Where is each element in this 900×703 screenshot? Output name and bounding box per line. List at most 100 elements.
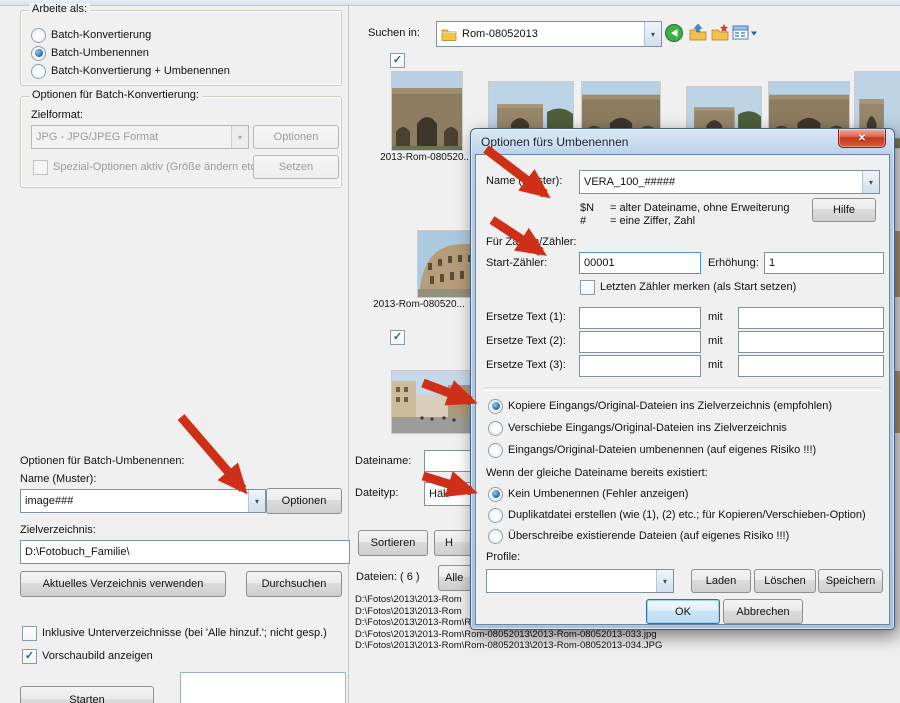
set-button[interactable]: Setzen <box>253 155 339 179</box>
radio-label: Batch-Konvertierung <box>51 29 151 41</box>
use-current-directory-button[interactable]: Aktuelles Verzeichnis verwenden <box>20 571 226 597</box>
combo-arrow-icon[interactable]: ▾ <box>231 126 248 148</box>
replace-text-2-input[interactable] <box>579 331 701 353</box>
load-profile-button[interactable]: Laden <box>691 569 751 593</box>
target-format-value: JPG - JPG/JPEG Format <box>36 131 158 143</box>
counter-section-label: Für Zahlen/Zähler: <box>486 236 576 248</box>
target-directory-value: D:\Fotobuch_Familie\ <box>25 546 130 558</box>
rename-options-button[interactable]: Optionen <box>266 488 342 514</box>
special-options-label: Spezial-Optionen aktiv (Größe ändern etc… <box>53 161 263 173</box>
combo-arrow-icon[interactable]: ▾ <box>862 171 879 193</box>
start-counter-input[interactable]: 00001 <box>579 252 701 274</box>
checkbox-icon <box>22 626 37 641</box>
batch-conversion-window: Arbeite als: Batch-Konvertierung Batch-U… <box>0 0 900 703</box>
radio-move-originals[interactable]: Verschiebe Eingangs/Original-Dateien ins… <box>488 420 787 436</box>
browse-button[interactable]: Durchsuchen <box>246 571 342 597</box>
checkbox-icon <box>580 280 595 295</box>
radio-rename-originals[interactable]: Eingangs/Original-Dateien umbenennen (au… <box>488 442 816 458</box>
replace-with-3-input[interactable] <box>738 355 884 377</box>
ok-button[interactable]: OK <box>646 599 720 624</box>
checkbox-icon-checked: ✓ <box>22 649 37 664</box>
with-label: mit <box>708 311 723 323</box>
replace-with-1-input[interactable] <box>738 307 884 329</box>
start-button[interactable]: Starten <box>20 686 154 703</box>
radio-batch-konvertierung[interactable]: Batch-Konvertierung <box>31 27 151 43</box>
special-options-checkbox-row[interactable]: Spezial-Optionen aktiv (Größe ändern etc… <box>33 159 263 175</box>
new-folder-icon[interactable] <box>710 23 730 43</box>
pattern-value: VERA_100_##### <box>584 176 675 188</box>
profile-combobox[interactable]: ▾ <box>486 569 674 593</box>
files-count-label: Dateien: ( 6 ) <box>356 571 420 583</box>
panel-divider <box>348 5 349 703</box>
with-label: mit <box>708 335 723 347</box>
file-list-item[interactable]: D:\Fotos\2013\2013-Rom\Rom-08052013\2013… <box>355 640 662 651</box>
preview-box <box>180 672 346 703</box>
sort-button[interactable]: Sortieren <box>358 530 428 556</box>
target-format-label: Zielformat: <box>31 109 83 121</box>
conversion-options-group: Optionen für Batch-Konvertierung: Zielfo… <box>20 96 342 188</box>
hint-text-2: = eine Ziffer, Zahl <box>610 215 695 227</box>
radio-icon <box>31 64 46 79</box>
checkbox-icon-checked: ✓ <box>390 330 405 345</box>
target-directory-input[interactable]: D:\Fotobuch_Familie\ <box>20 540 350 564</box>
thumbnail-photo-arch-1[interactable] <box>392 72 462 150</box>
radio-label: Verschiebe Eingangs/Original-Dateien ins… <box>508 422 787 434</box>
remember-counter-checkbox-row[interactable]: Letzten Zähler merken (als Start setzen) <box>580 279 796 295</box>
back-icon[interactable] <box>664 23 684 43</box>
radio-batch-konv-umbenennen[interactable]: Batch-Konvertierung + Umbenennen <box>31 63 230 79</box>
separator-line <box>484 387 881 391</box>
start-counter-label: Start-Zähler: <box>486 257 547 269</box>
look-in-label: Suchen in: <box>368 27 420 39</box>
radio-copy-originals[interactable]: Kopiere Eingangs/Original-Dateien ins Zi… <box>488 398 832 414</box>
file-list-item[interactable]: D:\Fotos\2013\2013-Rom <box>355 606 462 617</box>
combo-arrow-icon[interactable]: ▾ <box>248 490 265 512</box>
increment-input[interactable]: 1 <box>764 252 884 274</box>
replace-text-3-input[interactable] <box>579 355 701 377</box>
replace-with-2-input[interactable] <box>738 331 884 353</box>
cancel-button[interactable]: Abbrechen <box>723 599 803 624</box>
radio-label: Eingangs/Original-Dateien umbenennen (au… <box>508 444 816 456</box>
pattern-combobox[interactable]: VERA_100_##### ▾ <box>579 170 880 194</box>
radio-batch-umbenennen[interactable]: Batch-Umbenennen <box>31 45 149 61</box>
replace-text-3-label: Ersetze Text (3): <box>486 359 566 371</box>
close-button[interactable]: ✕ <box>838 129 886 148</box>
hint-symbol-2: # <box>580 215 586 227</box>
hint-symbol-1: $N <box>580 202 594 214</box>
filename-label: Dateiname: <box>355 455 411 467</box>
replace-text-1-input[interactable] <box>579 307 701 329</box>
show-preview-label: Vorschaubild anzeigen <box>42 650 153 662</box>
radio-icon <box>488 529 503 544</box>
radio-icon <box>31 28 46 43</box>
radio-icon <box>488 508 503 523</box>
thumbnail-select-checkbox-1[interactable]: ✓ <box>390 52 405 68</box>
help-button[interactable]: Hilfe <box>812 198 876 222</box>
radio-label: Batch-Umbenennen <box>51 47 149 59</box>
window-titlebar-sliver <box>0 0 900 6</box>
radio-overwrite-existing[interactable]: Überschreibe existierende Dateien (auf e… <box>488 528 789 544</box>
save-profile-button[interactable]: Speichern <box>818 569 883 593</box>
radio-create-duplicate[interactable]: Duplikatdatei erstellen (wie (1), (2) et… <box>488 507 866 523</box>
delete-profile-button[interactable]: Löschen <box>754 569 816 593</box>
work-mode-legend: Arbeite als: <box>29 3 90 15</box>
thumbnail-select-checkbox-2[interactable]: ✓ <box>390 329 405 345</box>
file-list-item[interactable]: D:\Fotos\2013\2013-Rom\Rom-08052013\2013… <box>355 629 657 640</box>
radio-icon <box>488 443 503 458</box>
profile-label: Profile: <box>486 551 520 563</box>
combo-arrow-icon[interactable]: ▾ <box>644 22 661 46</box>
up-folder-icon[interactable] <box>688 23 708 43</box>
radio-no-rename[interactable]: Kein Umbenennen (Fehler anzeigen) <box>488 486 688 502</box>
view-menu-icon[interactable] <box>732 23 758 43</box>
check-icon: ✓ <box>393 55 402 66</box>
filetype-label: Dateityp: <box>355 487 398 499</box>
thumbnail-photo-street[interactable] <box>392 371 472 433</box>
conversion-options-button[interactable]: Optionen <box>253 125 339 149</box>
include-subdirectories-checkbox-row[interactable]: Inklusive Unterverzeichnisse (bei 'Alle … <box>22 625 327 641</box>
radio-label: Überschreibe existierende Dateien (auf e… <box>508 530 789 542</box>
target-format-combobox[interactable]: JPG - JPG/JPEG Format ▾ <box>31 125 249 149</box>
combo-arrow-icon[interactable]: ▾ <box>656 570 673 592</box>
folder-combobox[interactable]: Rom-08052013 ▾ <box>436 21 662 47</box>
name-pattern-combobox[interactable]: image### ▾ <box>20 489 266 513</box>
dialog-titlebar[interactable]: Optionen fürs Umbenennen <box>471 129 894 154</box>
file-list-item[interactable]: D:\Fotos\2013\2013-Rom <box>355 594 462 605</box>
show-preview-checkbox-row[interactable]: ✓ Vorschaubild anzeigen <box>22 648 153 664</box>
